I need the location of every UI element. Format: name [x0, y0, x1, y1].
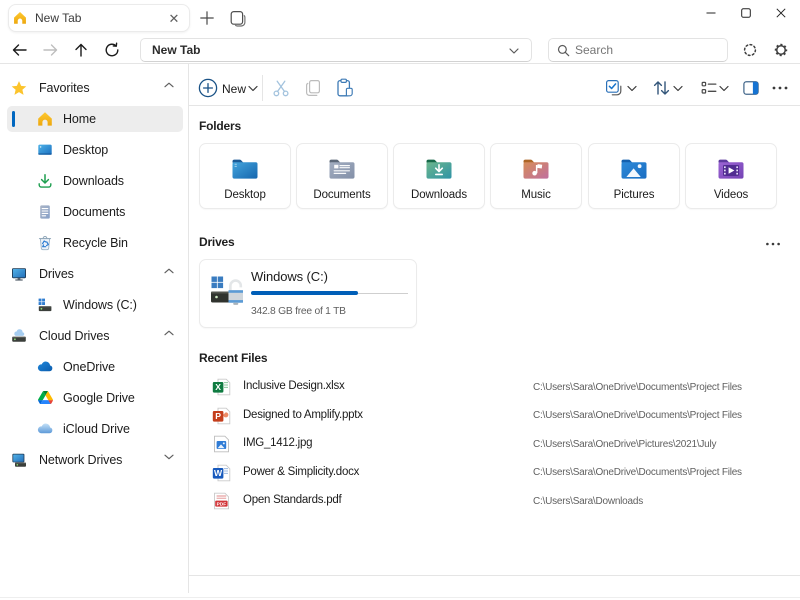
svg-text:W: W: [214, 468, 223, 478]
svg-text:PDF: PDF: [217, 501, 227, 507]
svg-text:P: P: [215, 411, 221, 421]
svg-text:X: X: [215, 382, 221, 392]
